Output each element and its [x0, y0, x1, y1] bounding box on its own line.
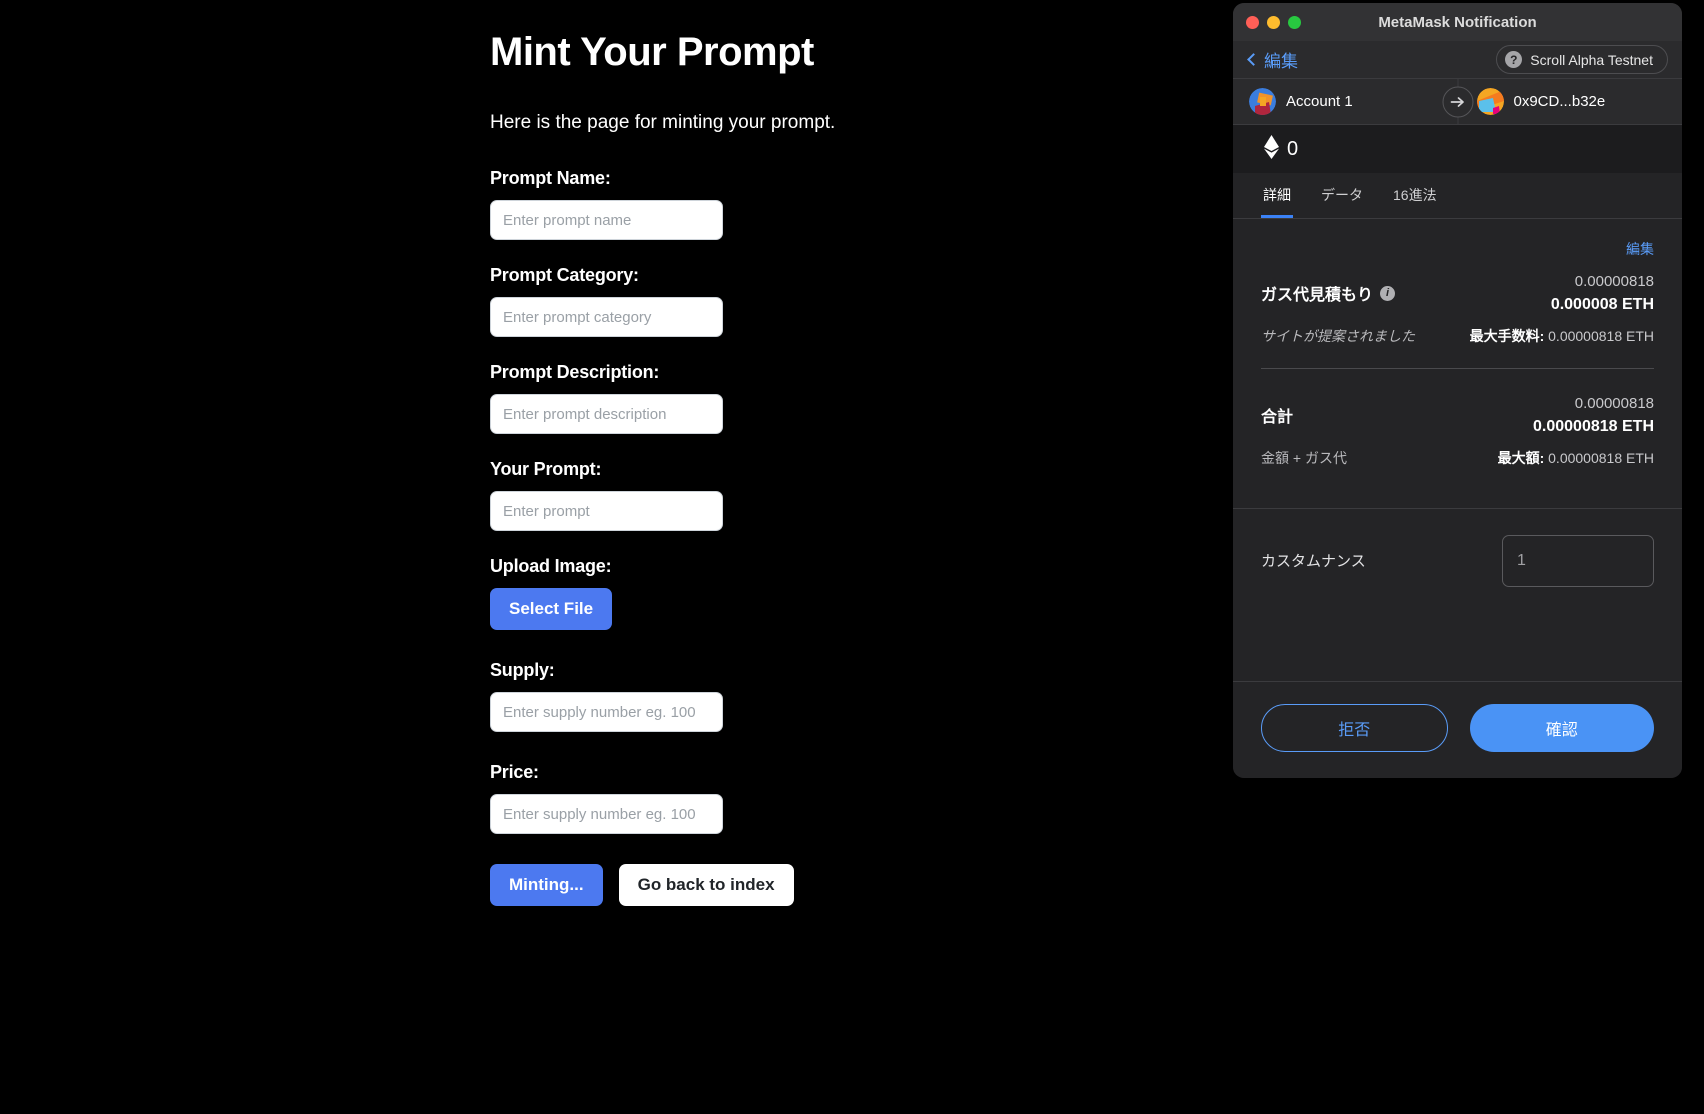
maximize-window-icon[interactable]: [1288, 15, 1301, 29]
gas-source-label: サイトが提案されました: [1261, 327, 1415, 344]
form-actions: Minting... Go back to index: [490, 864, 1190, 906]
contract-jazzicon: [1476, 88, 1504, 115]
gas-estimate-subrow: サイトが提案されました 最大手数料: 0.00000818 ETH: [1261, 326, 1654, 346]
page-subtitle: Here is the page for minting your prompt…: [490, 112, 836, 133]
ethereum-icon: [1263, 134, 1280, 164]
network-selector[interactable]: ? Scroll Alpha Testnet: [1496, 45, 1668, 74]
to-account-name: 0x9CD...b32e: [1513, 93, 1606, 110]
arrow-right-icon: [1442, 86, 1473, 117]
gas-estimate-values: 0.00000818 0.000008 ETH: [1551, 271, 1654, 316]
field-price: Price:: [490, 762, 1190, 834]
detail-tabs: 詳細 データ 16進法: [1233, 173, 1682, 219]
field-upload-image: Upload Image: Select File: [490, 556, 1190, 630]
tab-hex[interactable]: 16進法: [1391, 173, 1439, 218]
gas-estimate-label: ガス代見積もり: [1261, 287, 1374, 305]
max-fee-value: 0.00000818 ETH: [1548, 327, 1654, 344]
label-upload-image: Upload Image:: [490, 556, 612, 576]
minting-button[interactable]: Minting...: [490, 864, 603, 906]
transaction-amount: 0: [1233, 125, 1682, 173]
field-your-prompt: Your Prompt:: [490, 459, 1190, 531]
gas-estimate-eth: 0.000008 ETH: [1550, 295, 1654, 313]
total-subrow: 金額 + ガス代 最大額: 0.00000818 ETH: [1261, 448, 1654, 468]
input-price[interactable]: [490, 794, 723, 834]
field-prompt-description: Prompt Description:: [490, 362, 1190, 434]
total-label: 合計: [1261, 409, 1294, 427]
gas-estimate-label-wrap: ガス代見積もり i: [1261, 281, 1396, 305]
question-mark-icon: ?: [1505, 51, 1523, 68]
total-fiat: 0.00000818: [1574, 394, 1654, 412]
details-panel: 編集 ガス代見積もり i 0.00000818 0.000008 ETH サイト…: [1233, 219, 1682, 681]
from-account-name: Account 1: [1286, 93, 1353, 110]
total-label-wrap: 合計: [1261, 403, 1293, 427]
back-label: 編集: [1264, 52, 1298, 71]
total-values: 0.00000818 0.00000818 ETH: [1533, 393, 1654, 438]
gas-estimate-row: ガス代見積もり i 0.00000818 0.000008 ETH: [1261, 271, 1654, 316]
max-fee-row: 最大手数料: 0.00000818 ETH: [1470, 326, 1654, 346]
max-amount-value: 0.00000818 ETH: [1548, 449, 1654, 466]
label-your-prompt: Your Prompt:: [490, 459, 602, 479]
field-prompt-name: Prompt Name:: [490, 168, 1190, 240]
minimize-window-icon[interactable]: [1267, 15, 1280, 29]
go-back-to-index-button[interactable]: Go back to index: [618, 864, 794, 906]
custom-nonce-label: カスタムナンス: [1261, 553, 1366, 571]
max-amount-row: 最大額: 0.00000818 ETH: [1498, 448, 1654, 468]
network-label: Scroll Alpha Testnet: [1530, 51, 1653, 68]
gas-estimate-fiat: 0.00000818: [1574, 273, 1654, 290]
label-prompt-description: Prompt Description:: [490, 362, 660, 382]
section-divider: [1261, 367, 1654, 369]
page-title: Mint Your Prompt: [490, 30, 814, 74]
label-prompt-name: Prompt Name:: [490, 168, 611, 188]
custom-nonce-input[interactable]: [1502, 534, 1654, 587]
info-icon[interactable]: i: [1380, 285, 1396, 301]
label-price: Price:: [490, 762, 539, 782]
confirmation-footer: 拒否 確認: [1233, 681, 1682, 778]
reject-button[interactable]: 拒否: [1261, 704, 1448, 752]
tab-data[interactable]: データ: [1319, 173, 1365, 218]
label-prompt-category: Prompt Category:: [490, 265, 639, 285]
mint-prompt-page: Mint Your Prompt Here is the page for mi…: [490, 28, 1190, 906]
to-account[interactable]: 0x9CD...b32e: [1455, 88, 1683, 115]
total-row: 合計 0.00000818 0.00000818 ETH: [1261, 393, 1654, 438]
account-jazzicon: [1249, 88, 1276, 115]
total-eth: 0.00000818 ETH: [1533, 417, 1654, 435]
input-prompt-name[interactable]: [490, 200, 723, 240]
field-prompt-category: Prompt Category:: [490, 265, 1190, 337]
accounts-bar: Account 1 0x9CD...b32e: [1233, 79, 1682, 125]
input-prompt-description[interactable]: [490, 394, 723, 434]
back-button[interactable]: 編集: [1247, 47, 1298, 72]
field-supply: Supply:: [490, 660, 1190, 732]
input-prompt-category[interactable]: [490, 297, 723, 337]
input-your-prompt[interactable]: [490, 491, 723, 531]
confirm-button[interactable]: 確認: [1469, 704, 1654, 752]
amount-plus-gas-label: 金額 + ガス代: [1261, 449, 1347, 466]
close-window-icon[interactable]: [1246, 15, 1259, 29]
input-supply[interactable]: [490, 692, 723, 732]
chevron-left-icon: [1247, 53, 1260, 66]
select-file-button[interactable]: Select File: [490, 588, 613, 630]
from-account[interactable]: Account 1: [1233, 88, 1455, 115]
window-titlebar: MetaMask Notification: [1233, 3, 1682, 41]
metamask-notification-window: MetaMask Notification 編集 ? Scroll Alpha …: [1233, 3, 1682, 778]
metamask-navbar: 編集 ? Scroll Alpha Testnet: [1233, 41, 1682, 79]
amount-value: 0: [1287, 137, 1299, 160]
screen-root: Mint Your Prompt Here is the page for mi…: [0, 0, 1704, 1114]
custom-nonce-row: カスタムナンス: [1261, 509, 1654, 617]
label-supply: Supply:: [490, 660, 555, 680]
max-fee-label: 最大手数料:: [1469, 327, 1545, 344]
edit-gas-link[interactable]: 編集: [1261, 219, 1654, 259]
max-amount-label: 最大額:: [1497, 449, 1545, 466]
tab-details[interactable]: 詳細: [1261, 173, 1293, 218]
traffic-lights: [1246, 15, 1301, 29]
